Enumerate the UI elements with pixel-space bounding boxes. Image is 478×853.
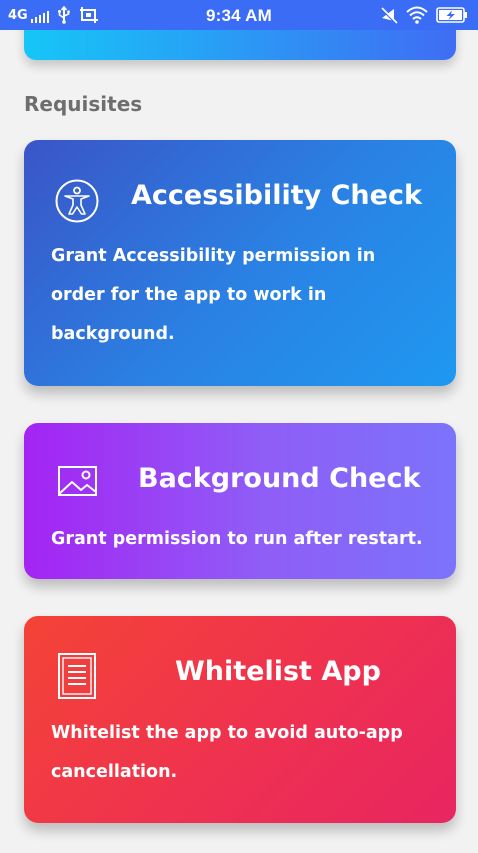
document-list-icon (57, 652, 97, 700)
accessibility-check-title: Accessibility Check (131, 180, 422, 211)
mute-icon (380, 6, 398, 24)
wifi-icon (406, 6, 428, 24)
accessibility-icon (54, 178, 100, 224)
signal-icon (30, 10, 49, 23)
background-check-card[interactable]: Background Check Grant permission to run… (24, 423, 456, 579)
accessibility-check-description: Grant Accessibility permission in order … (51, 246, 376, 344)
network-type: 4G (8, 7, 28, 23)
section-title: Requisites (24, 92, 143, 116)
network-indicator: 4G (8, 8, 49, 23)
whitelist-app-title: Whitelist App (175, 656, 381, 687)
background-check-description: Grant permission to run after restart. (51, 529, 423, 549)
status-bar: 4G 9:34 AM (0, 0, 478, 30)
status-bar-right (380, 0, 468, 30)
status-bar-left: 4G (8, 0, 99, 30)
status-time: 9:34 AM (206, 6, 272, 25)
background-check-title: Background Check (138, 463, 421, 494)
usb-icon (57, 6, 71, 24)
screenshot-icon (79, 6, 99, 24)
image-icon (57, 464, 99, 498)
battery-charging-icon (436, 7, 468, 23)
accessibility-check-card[interactable]: Accessibility Check Grant Accessibility … (24, 140, 456, 386)
whitelist-app-card[interactable]: Whitelist App Whitelist the app to avoid… (24, 616, 456, 823)
whitelist-app-description: Whitelist the app to avoid auto-app canc… (51, 723, 403, 782)
